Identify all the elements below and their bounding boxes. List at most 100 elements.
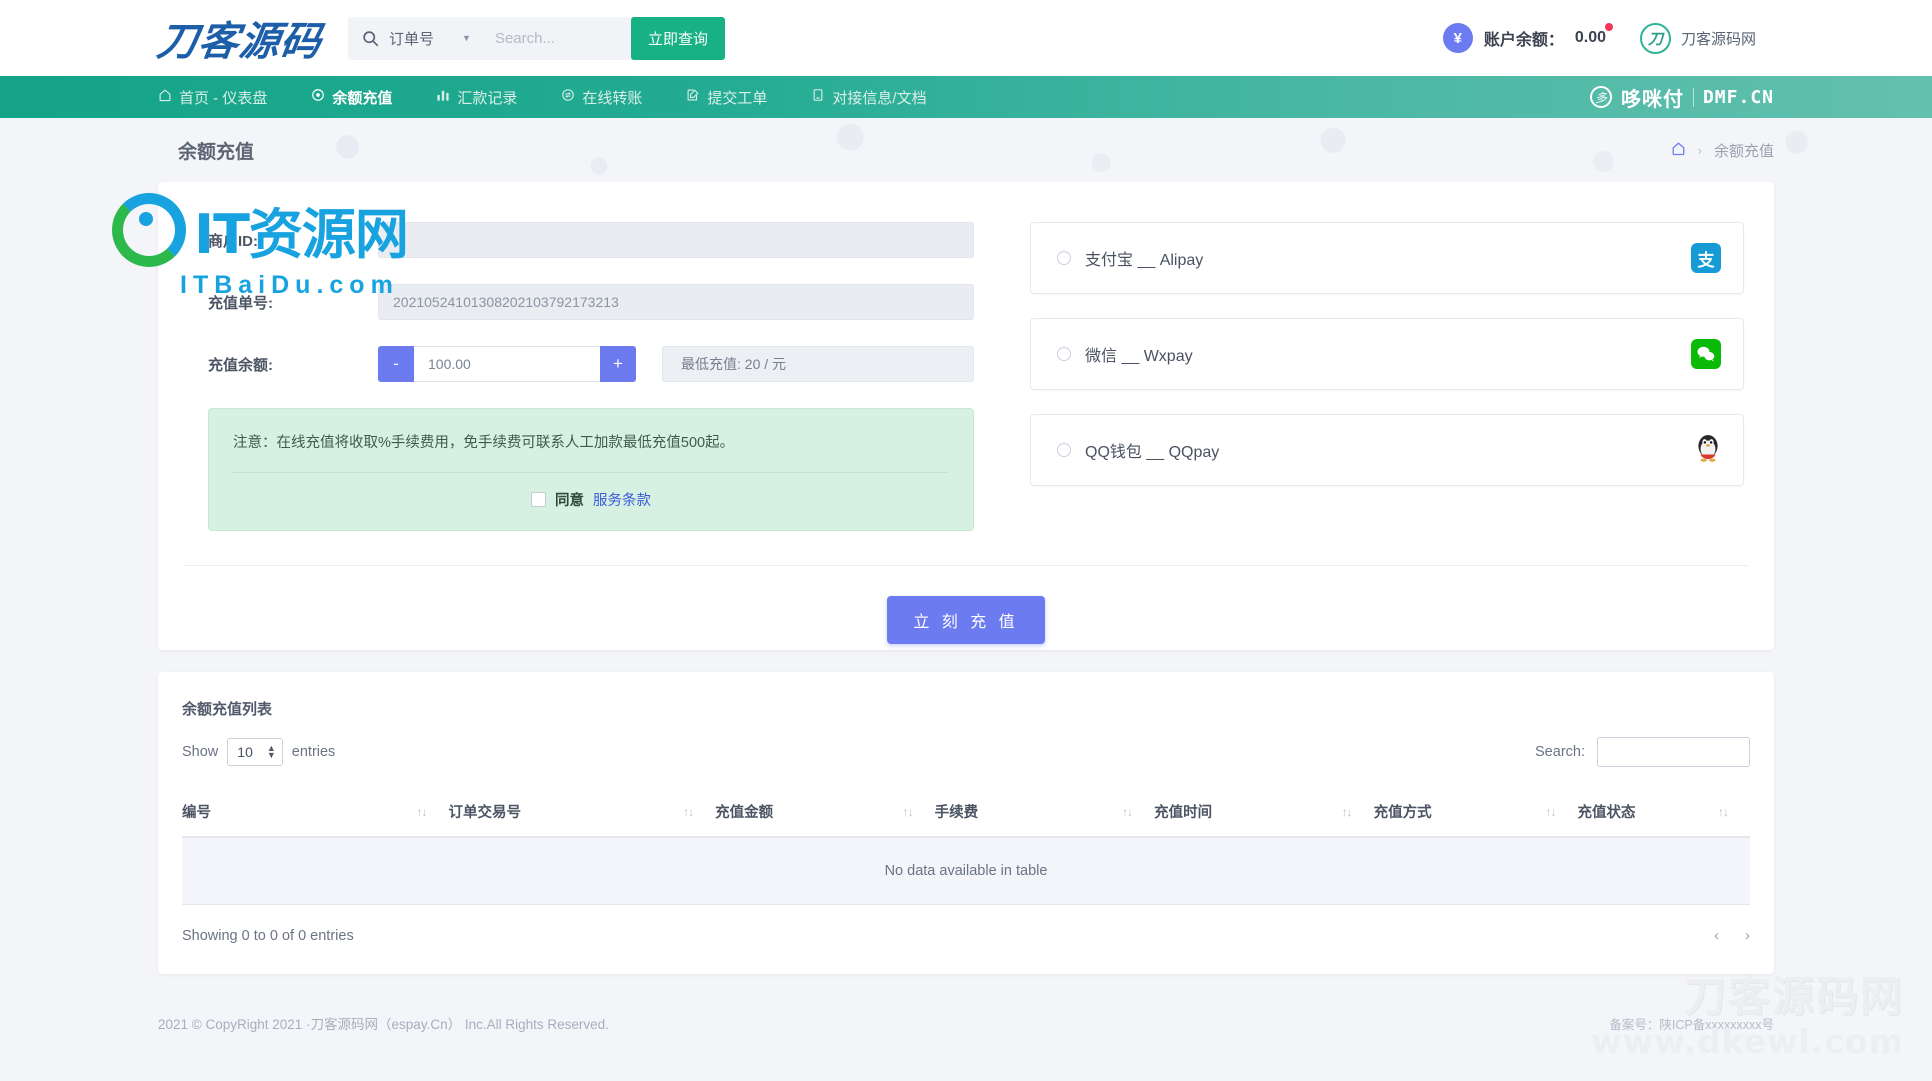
header-search: 订单号 ▼ 立即查询	[348, 16, 725, 60]
table-search-control: Search:	[1535, 737, 1750, 767]
transfer-icon	[561, 88, 575, 106]
terms-link[interactable]: 服务条款	[593, 489, 651, 510]
search-category-select[interactable]: 订单号 ▼	[389, 28, 481, 49]
column-header-fee[interactable]: 手续费 ↑↓	[934, 787, 1155, 838]
wechat-icon	[1691, 339, 1721, 369]
showing-entries-text: Showing 0 to 0 of 0 entries	[182, 927, 354, 944]
breadcrumb-current: 余额充值	[1713, 142, 1774, 160]
payment-label: QQ钱包 __ QQpay	[1085, 444, 1220, 461]
book-icon	[811, 88, 825, 106]
amount-increase-button[interactable]: +	[600, 346, 636, 382]
nav-item-dashboard[interactable]: 首页 - 仪表盘	[158, 87, 267, 108]
field-merchant-id: 商户ID:	[208, 222, 974, 258]
spinner-icon: ▲ ▼	[266, 743, 276, 760]
nav-label: 提交工单	[707, 89, 768, 107]
show-label: Show	[182, 744, 219, 760]
submit-row: 立 刻 充 值	[184, 565, 1748, 650]
pagination: ‹ ›	[1714, 927, 1750, 944]
wechat-glyph	[1691, 339, 1721, 369]
nav-item-remittance[interactable]: 汇款记录	[436, 87, 517, 108]
avatar: 刀	[1639, 22, 1671, 54]
sort-icon: ↑↓	[902, 804, 914, 819]
column-label: 订单交易号	[448, 805, 522, 821]
nav-item-recharge[interactable]: 余额充值	[311, 87, 392, 108]
column-label: 充值状态	[1577, 805, 1636, 821]
nav-label: 首页 - 仪表盘	[179, 89, 268, 107]
chevron-down-icon: ▼	[462, 33, 471, 43]
sort-icon: ↑↓	[1718, 804, 1729, 819]
breadcrumb-separator: ›	[1697, 142, 1702, 158]
recharge-table: 编号 ↑↓ 订单交易号 ↑↓ 充值金额 ↑↓ 手续费 ↑↓ 充值时间 ↑↓ 充值…	[182, 787, 1750, 905]
column-header-status[interactable]: 充值状态 ↑↓	[1577, 787, 1750, 838]
search-submit-button[interactable]: 立即查询	[630, 16, 725, 60]
table-title: 余额充值列表	[182, 701, 273, 718]
column-header-trade-no[interactable]: 订单交易号 ↑↓	[448, 787, 716, 838]
chart-icon	[436, 88, 450, 106]
sort-icon: ↑↓	[683, 804, 694, 819]
nav-label: 对接信息/文档	[832, 89, 927, 107]
nav-label: 余额充值	[332, 89, 393, 107]
table-search-label: Search:	[1535, 744, 1585, 760]
amount-label: 充值余额:	[208, 356, 273, 374]
amount-decrease-button[interactable]: -	[378, 346, 414, 382]
recharge-card: 商户ID: 充值单号: 2021052410130820210379217321…	[158, 182, 1774, 650]
balance-value: 0.00	[1574, 29, 1606, 46]
column-header-amount[interactable]: 充值金额 ↑↓	[715, 787, 935, 838]
nav-item-ticket[interactable]: 提交工单	[686, 87, 767, 108]
show-entries-control: Show 10 ▲ ▼ entries	[182, 738, 335, 766]
top-header: 刀客源码 订单号 ▼ 立即查询 ¥ 账户余额： 0.00 刀	[0, 0, 1932, 76]
recharge-list-card: 余额充值列表 Show 10 ▲ ▼ entries Search: 编号 ↑↓…	[158, 672, 1774, 974]
wallet-icon	[311, 88, 325, 106]
column-label: 手续费	[934, 805, 979, 821]
qqpay-radio[interactable]	[1057, 443, 1071, 457]
user-menu[interactable]: 刀 刀客源码网	[1639, 22, 1756, 54]
alipay-icon: 支	[1691, 243, 1721, 273]
nav-brand: 多 哆咪付 DMF.CN	[1589, 83, 1774, 112]
column-label: 编号	[182, 805, 211, 821]
payment-option-qqpay[interactable]: QQ钱包 __ QQpay	[1030, 414, 1744, 486]
entries-per-page-select[interactable]: 10 ▲ ▼	[227, 738, 283, 766]
table-footer: Showing 0 to 0 of 0 entries ‹ ›	[182, 927, 1750, 944]
min-amount-note: 最低充值: 20 / 元	[662, 346, 974, 382]
table-search-input[interactable]	[1597, 737, 1750, 767]
copyright-text: 2021 © CopyRight 2021 ·刀客源码网（espay.Cn） I…	[158, 1017, 609, 1032]
payment-option-wechat[interactable]: 微信 __ Wxpay	[1030, 318, 1744, 390]
brand-domain: DMF.CN	[1702, 86, 1774, 108]
column-header-time[interactable]: 充值时间 ↑↓	[1154, 787, 1374, 838]
header-right: ¥ 账户余额： 0.00 刀 刀客源码网	[1442, 22, 1756, 54]
home-icon[interactable]	[1671, 141, 1686, 160]
nav-items: 首页 - 仪表盘 余额充值 汇款记录 在线转账 提交工单 对接信息/文档	[158, 87, 927, 108]
pagination-prev-button[interactable]: ‹	[1714, 927, 1719, 944]
entries-value: 10	[237, 744, 253, 760]
sort-icon: ↑↓	[1122, 804, 1133, 819]
search-category-label: 订单号	[389, 30, 435, 48]
column-label: 充值金额	[715, 805, 774, 821]
alipay-radio[interactable]	[1057, 251, 1071, 265]
order-no-value: 20210524101308202103792173213	[378, 284, 974, 320]
pagination-next-button[interactable]: ›	[1745, 927, 1750, 944]
column-header-method[interactable]: 充值方式 ↑↓	[1373, 787, 1578, 838]
column-header-id[interactable]: 编号 ↑↓	[182, 787, 449, 838]
merchant-id-label: 商户ID:	[208, 232, 258, 250]
recharge-submit-button[interactable]: 立 刻 充 值	[887, 596, 1045, 644]
order-no-label: 充值单号:	[208, 294, 273, 312]
amount-input[interactable]: 100.00	[414, 346, 600, 382]
site-logo[interactable]: 刀客源码	[154, 9, 326, 67]
payment-label: 支付宝 __ Alipay	[1085, 252, 1204, 269]
notice-divider	[233, 472, 949, 473]
table-body: No data available in table	[182, 837, 1750, 905]
recharge-card-body: 商户ID: 充值单号: 2021052410130820210379217321…	[158, 182, 1774, 565]
merchant-id-value	[378, 222, 974, 258]
nav-item-transfer[interactable]: 在线转账	[561, 87, 642, 108]
empty-message: No data available in table	[182, 837, 1750, 905]
agree-checkbox[interactable]	[531, 492, 546, 507]
wechat-radio[interactable]	[1057, 347, 1071, 361]
account-balance[interactable]: ¥ 账户余额： 0.00	[1442, 23, 1613, 53]
nav-item-docs[interactable]: 对接信息/文档	[811, 87, 927, 108]
payment-option-alipay[interactable]: 支付宝 __ Alipay 支	[1030, 222, 1744, 294]
column-label: 充值时间	[1154, 805, 1213, 821]
payment-label: 微信 __ Wxpay	[1085, 348, 1193, 365]
table-controls: Show 10 ▲ ▼ entries Search:	[182, 737, 1750, 767]
nav-label: 在线转账	[582, 89, 643, 107]
search-input[interactable]	[480, 29, 631, 47]
